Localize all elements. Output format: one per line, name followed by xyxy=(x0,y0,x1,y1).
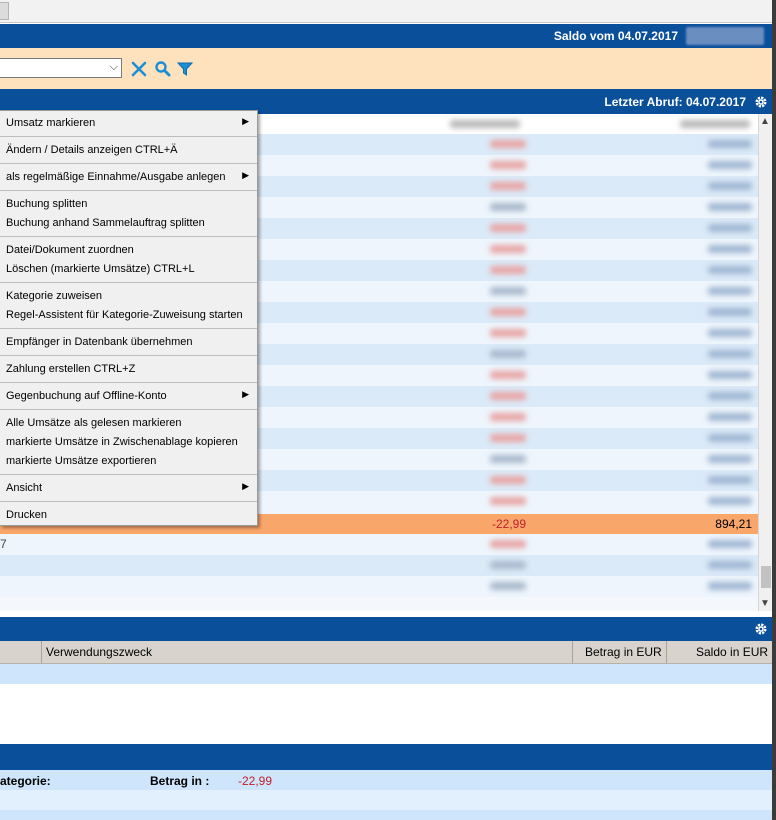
scroll-down-icon[interactable]: ▼ xyxy=(760,598,770,609)
scroll-thumb[interactable] xyxy=(761,566,771,588)
window-edge xyxy=(772,0,776,820)
submenu-arrow-icon: ▶ xyxy=(242,170,249,180)
menu-item-gegenbuchung[interactable]: Gegenbuchung auf Offline-Konto ▶ xyxy=(0,387,257,406)
filter-bar: ⌵ xyxy=(0,48,772,89)
row-partial-text: 7 xyxy=(0,537,7,551)
last-fetch-label: Letzter Abruf: 04.07.2017 xyxy=(604,95,746,109)
menu-separator xyxy=(0,163,257,164)
menu-item-sammelauftrag-splitten[interactable]: Buchung anhand Sammelauftrag splitten xyxy=(0,214,257,233)
menu-separator xyxy=(0,474,257,475)
submenu-arrow-icon: ▶ xyxy=(242,116,249,126)
menu-item-empfaenger-uebernehmen[interactable]: Empfänger in Datenbank übernehmen xyxy=(0,333,257,352)
table-row[interactable] xyxy=(0,555,758,576)
submenu-arrow-icon: ▶ xyxy=(242,389,249,399)
context-menu: Umsatz markieren ▶ Ändern / Details anze… xyxy=(0,110,258,526)
menu-item-aendern-details[interactable]: Ändern / Details anzeigen CTRL+Ä xyxy=(0,141,257,160)
filter-icon[interactable] xyxy=(176,60,194,78)
betrag-label: Betrag in : xyxy=(150,774,210,788)
menu-separator xyxy=(0,190,257,191)
table-row[interactable] xyxy=(0,597,758,611)
filter-dropdown[interactable]: ⌵ xyxy=(0,58,122,78)
category-row[interactable] xyxy=(0,810,772,820)
selected-row-saldo: 894,21 xyxy=(715,517,752,531)
search-icon[interactable] xyxy=(154,60,172,78)
menu-item-regelmaessig-anlegen[interactable]: als regelmäßige Einnahme/Ausgabe anlegen… xyxy=(0,168,257,187)
menu-separator xyxy=(0,136,257,137)
gear-icon[interactable] xyxy=(754,622,768,636)
menu-item-buchung-splitten[interactable]: Buchung splitten xyxy=(0,195,257,214)
gear-icon[interactable] xyxy=(754,95,768,109)
saldo-label: Saldo vom 04.07.2017 xyxy=(553,29,678,43)
menu-item-dokument-zuordnen[interactable]: Datei/Dokument zuordnen xyxy=(0,241,257,260)
scroll-up-icon[interactable]: ▲ xyxy=(760,116,770,127)
submenu-arrow-icon: ▶ xyxy=(242,481,249,491)
menu-item-umsatz-markieren[interactable]: Umsatz markieren ▶ xyxy=(0,114,257,133)
saldo-value-redacted xyxy=(686,27,764,45)
menu-item-drucken[interactable]: Drucken xyxy=(0,506,257,525)
menu-item-zwischenablage-kopieren[interactable]: markierte Umsätze in Zwischenablage kopi… xyxy=(0,433,257,452)
menu-item-loeschen[interactable]: Löschen (markierte Umsätze) CTRL+L xyxy=(0,260,257,279)
selected-row-amount: -22,99 xyxy=(491,517,526,531)
menu-separator xyxy=(0,236,257,237)
detail-header-bar xyxy=(0,617,772,641)
menu-item-exportieren[interactable]: markierte Umsätze exportieren xyxy=(0,452,257,471)
menu-separator xyxy=(0,501,257,502)
toolbar-button-stub[interactable] xyxy=(0,2,9,20)
category-row[interactable]: ategorie: Betrag in : -22,99 xyxy=(0,770,772,790)
category-row[interactable] xyxy=(0,790,772,810)
detail-empty-area xyxy=(0,684,772,744)
detail-column-header: Verwendungszweck Betrag in EUR Saldo in … xyxy=(0,641,772,664)
betrag-value: -22,99 xyxy=(238,774,273,788)
menu-separator xyxy=(0,282,257,283)
table-row[interactable] xyxy=(0,534,758,555)
menu-item-regel-assistent[interactable]: Regel-Assistent für Kategorie-Zuweisung … xyxy=(0,306,257,325)
menu-item-alle-gelesen[interactable]: Alle Umsätze als gelesen markieren xyxy=(0,414,257,433)
close-icon[interactable] xyxy=(130,60,148,78)
table-row[interactable] xyxy=(0,576,758,597)
menu-separator xyxy=(0,382,257,383)
column-verwendungszweck[interactable]: Verwendungszweck xyxy=(46,645,152,659)
chevron-down-icon: ⌵ xyxy=(109,61,118,73)
detail-row[interactable] xyxy=(0,664,772,684)
menu-separator xyxy=(0,355,257,356)
column-saldo[interactable]: Saldo in EUR xyxy=(696,645,768,659)
menu-separator xyxy=(0,409,257,410)
column-betrag[interactable]: Betrag in EUR xyxy=(585,645,662,659)
table-scrollbar[interactable]: ▲ ▼ xyxy=(758,114,773,611)
category-header-bar xyxy=(0,744,772,770)
top-toolbar-strip xyxy=(0,0,776,23)
menu-item-kategorie-zuweisen[interactable]: Kategorie zuweisen xyxy=(0,287,257,306)
saldo-header-bar: Saldo vom 04.07.2017 xyxy=(0,24,772,48)
category-label: ategorie: xyxy=(0,774,51,788)
menu-item-zahlung-erstellen[interactable]: Zahlung erstellen CTRL+Z xyxy=(0,360,257,379)
menu-separator xyxy=(0,328,257,329)
menu-item-ansicht[interactable]: Ansicht ▶ xyxy=(0,479,257,498)
